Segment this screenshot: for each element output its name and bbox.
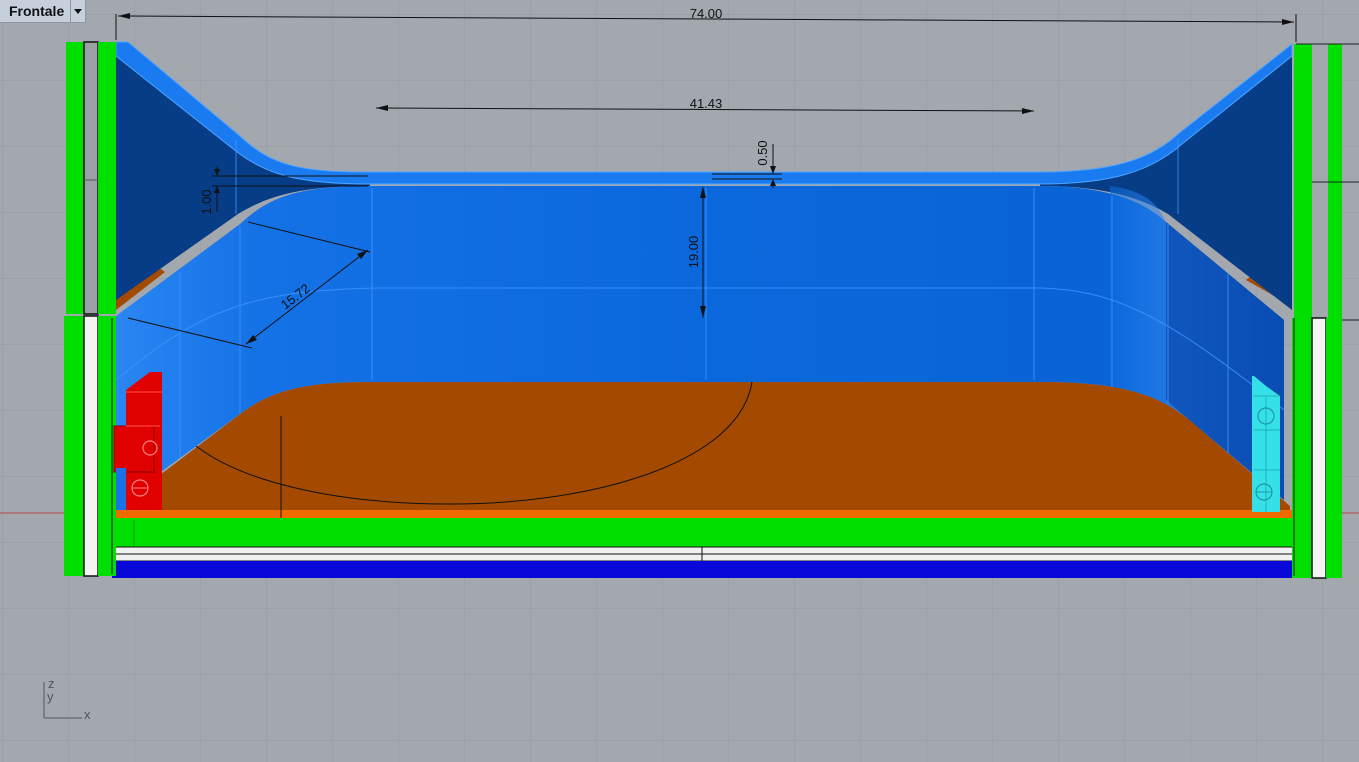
green-strip-right-lower (1326, 318, 1342, 578)
axis-y-label: y (47, 689, 54, 704)
green-bottom-frame (110, 518, 1296, 548)
green-post-right-upper (1294, 44, 1312, 318)
green-strip-left-lower (98, 316, 116, 576)
orange-floor-edge (112, 510, 1294, 518)
white-post-right-lower (1311, 317, 1327, 579)
dimension-label-height: 19.00 (686, 236, 701, 269)
green-strip-left-upper (98, 42, 116, 314)
dimension-label-top-thickness: 0.50 (755, 140, 770, 165)
dimension-label-overall-width: 74.00 (690, 6, 723, 21)
green-post-right-outer (1328, 44, 1342, 318)
gap-right-upper (1312, 44, 1328, 318)
cyan-bracket-part[interactable] (1252, 376, 1280, 512)
grey-post-left-upper (83, 41, 99, 315)
viewport-canvas[interactable]: 74.00 41.43 0.50 1.00 19.00 15.72 z y x (0, 0, 1359, 762)
chevron-down-icon[interactable] (70, 0, 85, 22)
viewport-name-label[interactable]: Frontale (0, 0, 70, 22)
green-post-right-lower (1292, 318, 1312, 578)
dimension-label-inner-width: 41.43 (690, 96, 723, 111)
orange-floor (116, 382, 1290, 516)
white-post-left-lower (83, 315, 99, 577)
axis-x-label: x (84, 707, 91, 722)
viewport-title-tab[interactable]: Frontale (0, 0, 87, 23)
green-post-left-lower (64, 316, 84, 576)
dimension-label-side-thickness: 1.00 (199, 189, 214, 214)
blue-base-bar (112, 561, 1294, 578)
green-post-left-upper (66, 42, 84, 314)
